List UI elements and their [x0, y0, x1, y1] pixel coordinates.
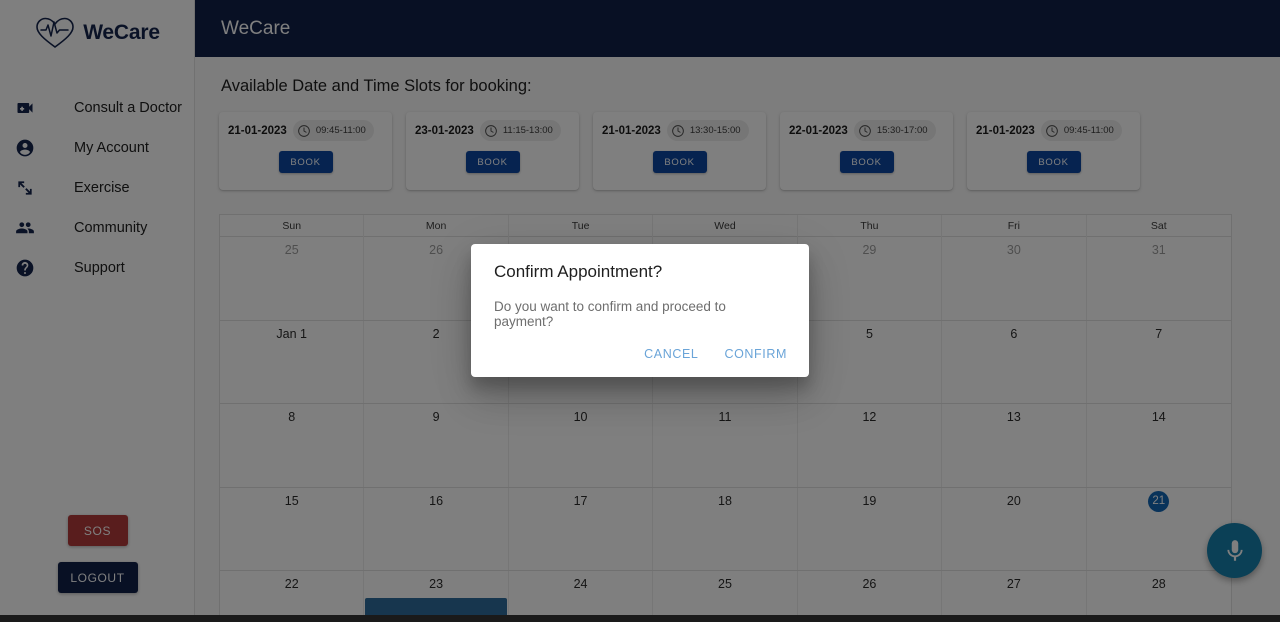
dialog-message: Do you want to confirm and proceed to pa…	[494, 299, 726, 329]
dialog-actions: CANCEL CONFIRM	[636, 341, 795, 367]
bottom-edge-band	[0, 615, 1280, 622]
confirm-button[interactable]: CONFIRM	[716, 341, 795, 367]
cancel-button[interactable]: CANCEL	[636, 341, 706, 367]
confirm-appointment-dialog: Confirm Appointment? Do you want to conf…	[471, 244, 809, 377]
app-root: WeCare Consult a Doctor My Account Exerc…	[0, 0, 1280, 622]
dialog-title: Confirm Appointment?	[494, 262, 663, 281]
